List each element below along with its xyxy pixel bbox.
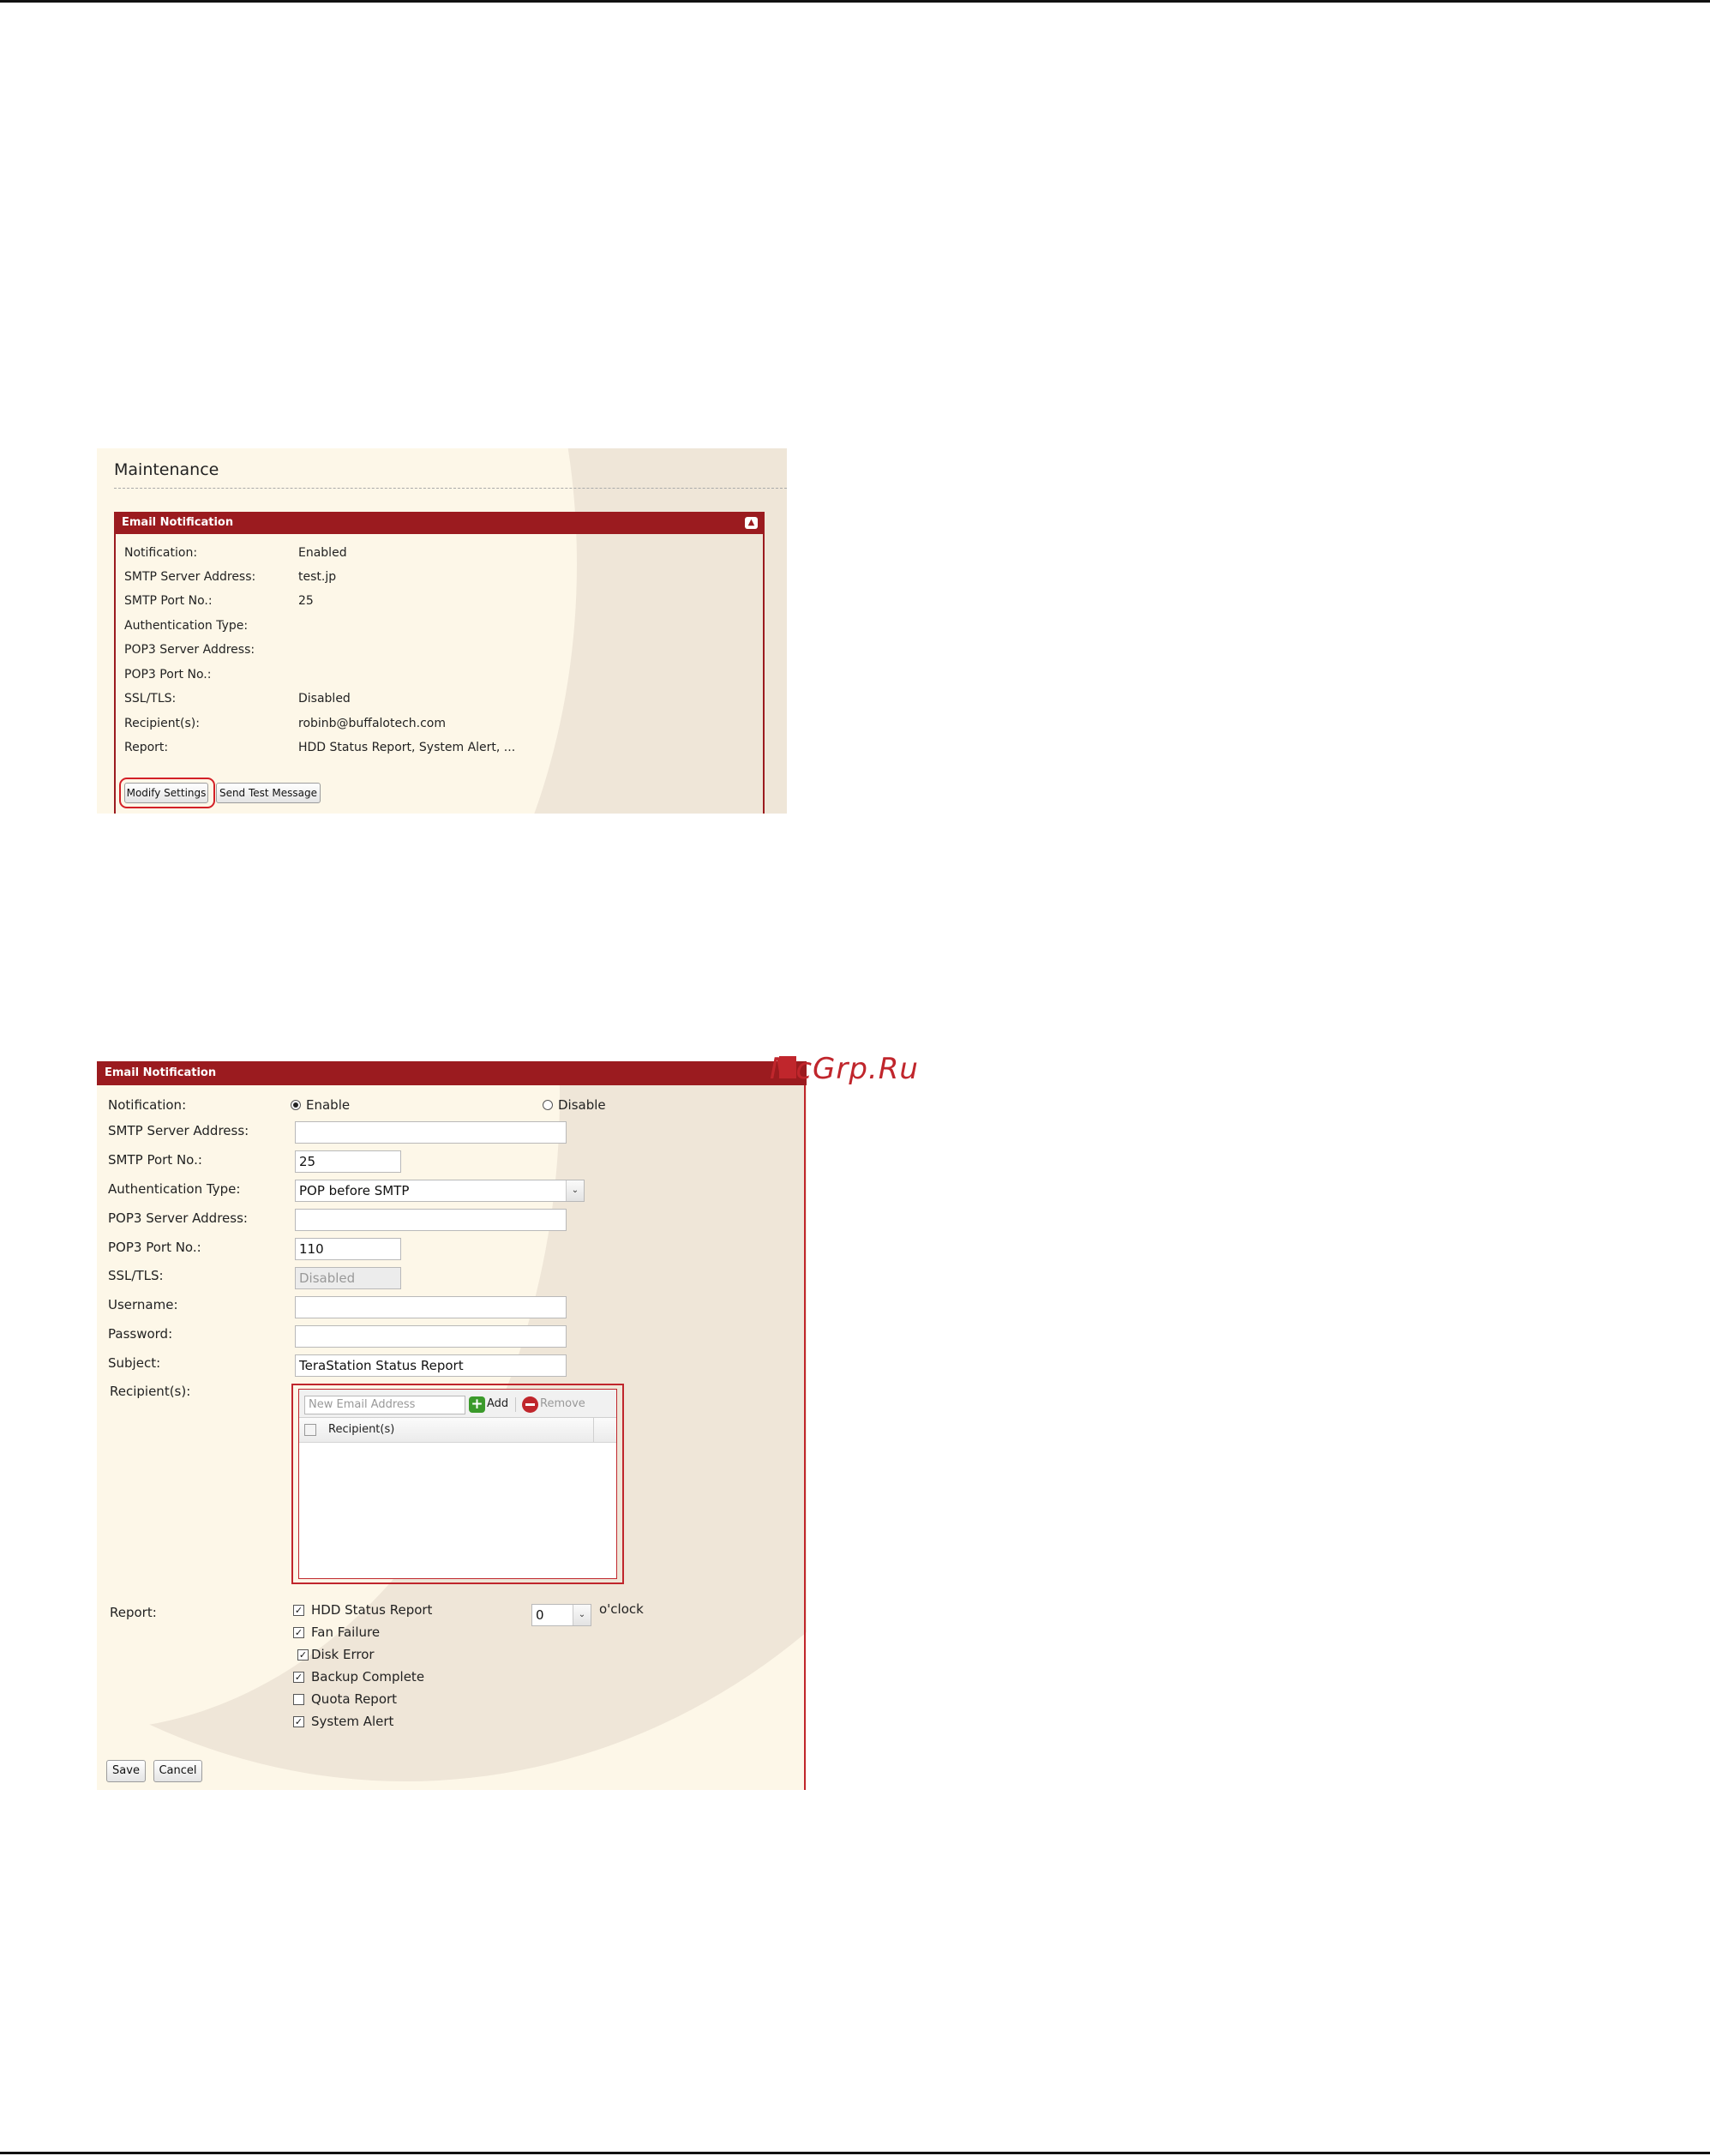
panel-header: Email Notification <box>97 1061 807 1085</box>
info-label: Notification: <box>124 546 198 560</box>
minus-icon[interactable] <box>522 1396 538 1413</box>
info-label: Report: <box>124 741 169 754</box>
chevron-down-icon[interactable]: ⌄ <box>573 1605 591 1625</box>
info-label: Recipient(s): <box>124 717 200 730</box>
smtp-server-label: SMTP Server Address: <box>108 1123 249 1138</box>
pop3-server-label: POP3 Server Address: <box>108 1210 248 1226</box>
ssl-label: SSL/TLS: <box>108 1268 164 1283</box>
enable-label: Enable <box>306 1097 351 1113</box>
info-value: test.jp <box>298 570 337 584</box>
panel-border <box>804 1085 806 1790</box>
recipients-toolbar: New Email Address + Add Remove <box>299 1390 616 1418</box>
page-title: Maintenance <box>114 460 219 479</box>
password-label: Password: <box>108 1326 173 1342</box>
report-item-label: Disk Error <box>311 1647 375 1662</box>
username-input[interactable] <box>295 1296 567 1318</box>
select-all-checkbox[interactable] <box>304 1424 316 1436</box>
smtp-server-input[interactable] <box>295 1121 567 1144</box>
cancel-button[interactable]: Cancel <box>153 1760 202 1782</box>
panel-header: Email Notification ▲ <box>116 512 763 534</box>
page-top-rule <box>0 0 1710 3</box>
pop3-server-input[interactable] <box>295 1209 567 1231</box>
oclock-label: o'clock <box>599 1601 644 1617</box>
enable-radio[interactable] <box>291 1100 301 1110</box>
add-button[interactable]: Add <box>487 1397 508 1410</box>
toolbar-separator <box>515 1397 516 1412</box>
watermark-text: McGrp.Ru <box>770 1052 919 1086</box>
smtp-port-input[interactable]: 25 <box>295 1150 401 1173</box>
disk-error-checkbox[interactable]: ✓ <box>297 1649 309 1661</box>
fan-failure-checkbox[interactable]: ✓ <box>293 1627 304 1638</box>
chevron-down-icon[interactable]: ⌄ <box>566 1180 584 1201</box>
info-label: SMTP Server Address: <box>124 570 256 584</box>
maintenance-screenshot: Maintenance Email Notification ▲ Notific… <box>97 448 787 814</box>
pop3-port-input[interactable]: 110 <box>295 1238 401 1260</box>
disable-radio[interactable] <box>543 1100 553 1110</box>
remove-button[interactable]: Remove <box>540 1397 585 1410</box>
send-test-message-button[interactable]: Send Test Message <box>216 783 321 803</box>
password-input[interactable] <box>295 1325 567 1348</box>
collapse-icon[interactable]: ▲ <box>745 517 758 529</box>
smtp-port-label: SMTP Port No.: <box>108 1152 202 1168</box>
recipients-grid: New Email Address + Add Remove Recipient… <box>298 1389 617 1579</box>
backup-complete-checkbox[interactable]: ✓ <box>293 1672 304 1683</box>
info-label: Authentication Type: <box>124 619 249 633</box>
email-notification-panel: Email Notification ▲ Notification: Enabl… <box>114 512 765 814</box>
recipients-label: Recipient(s): <box>110 1384 191 1399</box>
pop3-port-label: POP3 Port No.: <box>108 1240 201 1255</box>
info-label: SMTP Port No.: <box>124 594 213 608</box>
auth-type-value: POP before SMTP <box>299 1183 410 1198</box>
report-item-label: Backup Complete <box>311 1669 425 1685</box>
panel-title: Email Notification <box>122 516 234 529</box>
report-item-label: Quota Report <box>311 1691 398 1707</box>
report-item-label: HDD Status Report <box>311 1602 433 1618</box>
info-value: 25 <box>298 594 314 608</box>
disable-label: Disable <box>558 1097 606 1113</box>
subject-label: Subject: <box>108 1355 161 1371</box>
subject-input[interactable]: TeraStation Status Report <box>295 1354 567 1377</box>
quota-report-checkbox[interactable] <box>293 1694 304 1705</box>
recipients-grid-header: Recipient(s) <box>299 1418 616 1443</box>
title-divider <box>114 488 787 489</box>
info-value: Enabled <box>298 546 347 560</box>
system-alert-checkbox[interactable]: ✓ <box>293 1716 304 1727</box>
info-label: POP3 Server Address: <box>124 643 255 657</box>
page-bottom-rule <box>0 2152 1710 2154</box>
username-label: Username: <box>108 1297 178 1312</box>
info-value: robinb@buffalotech.com <box>298 717 447 730</box>
report-hour-select[interactable]: 0 ⌄ <box>531 1604 591 1626</box>
hdd-status-report-checkbox[interactable]: ✓ <box>293 1605 304 1616</box>
new-email-input[interactable]: New Email Address <box>304 1396 465 1414</box>
notification-label: Notification: <box>108 1097 187 1113</box>
recipients-column-header[interactable]: Recipient(s) <box>328 1423 394 1436</box>
email-settings-screenshot: Email Notification Notification: Enable … <box>97 1061 807 1790</box>
panel-title: Email Notification <box>105 1066 217 1079</box>
report-label: Report: <box>110 1605 157 1620</box>
auth-type-label: Authentication Type: <box>108 1181 241 1197</box>
info-value: Disabled <box>298 692 351 706</box>
report-hour-value: 0 <box>536 1607 544 1623</box>
report-item-label: System Alert <box>311 1714 394 1729</box>
modify-settings-button[interactable]: Modify Settings <box>124 783 208 803</box>
ssl-select: Disabled <box>295 1267 401 1289</box>
report-item-label: Fan Failure <box>311 1625 381 1640</box>
auth-type-select[interactable]: POP before SMTP ⌄ <box>295 1180 585 1202</box>
plus-icon[interactable]: + <box>469 1396 485 1413</box>
save-button[interactable]: Save <box>106 1760 146 1782</box>
info-label: POP3 Port No.: <box>124 668 212 682</box>
info-value: HDD Status Report, System Alert, ... <box>298 741 516 754</box>
column-divider <box>593 1418 594 1442</box>
info-label: SSL/TLS: <box>124 692 177 706</box>
